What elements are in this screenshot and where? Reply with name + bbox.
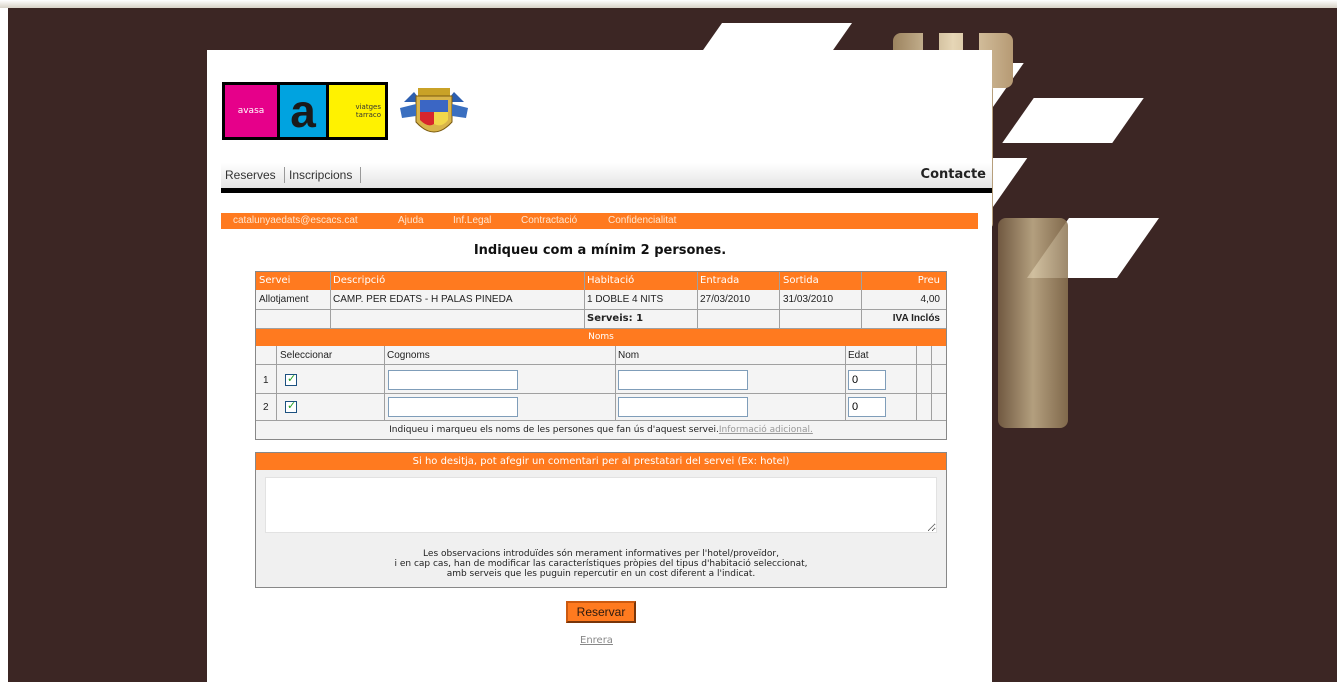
grid-line	[916, 346, 917, 420]
secondary-link-bar: catalunyaedats@escacs.cat Ajuda Inf.Lega…	[221, 213, 978, 229]
col-edat: Edat	[848, 350, 869, 361]
iva-label: IVA Inclós	[892, 313, 940, 324]
grid-line	[256, 364, 946, 365]
logo-viatges: viatges	[355, 103, 381, 111]
nav-reserves-link[interactable]: Reserves	[225, 168, 276, 182]
row-number: 2	[263, 402, 269, 413]
logo-a-letter: a	[280, 85, 326, 137]
serveis-count: Serveis: 1	[587, 313, 644, 324]
chessboard-tile	[1002, 98, 1144, 143]
descripcio-value: CAMP. PER EDATS - H PALAS PINEDA	[333, 294, 513, 305]
col-entrada: Entrada	[700, 275, 740, 286]
cognoms-input[interactable]	[388, 397, 518, 417]
col-preu: Preu	[917, 275, 940, 286]
col-cognoms: Cognoms	[387, 350, 430, 361]
grid-line	[861, 272, 862, 328]
col-servei: Servei	[259, 275, 291, 286]
nav-contacte-link[interactable]: Contacte	[921, 167, 986, 182]
grid-line	[615, 346, 616, 420]
row-number: 1	[263, 375, 269, 386]
note-line: i en cap cas, han de modificar las carac…	[394, 559, 808, 569]
comment-title: Si ho desitja, pot afegir un comentari p…	[412, 456, 790, 467]
nav-inscripcions-link[interactable]: Inscripcions	[289, 168, 352, 182]
edat-input[interactable]: 0	[848, 397, 886, 417]
preu-value: 4,00	[920, 294, 940, 305]
comment-section: Si ho desitja, pot afegir un comentari p…	[255, 452, 947, 588]
grid-line	[256, 309, 946, 310]
col-descripcio: Descripció	[333, 275, 386, 286]
contractacio-link[interactable]: Contractació	[521, 215, 577, 226]
noms-instruction: Indiqueu i marqueu els noms de les perso…	[389, 425, 719, 435]
col-nom: Nom	[618, 350, 640, 361]
cognoms-input[interactable]	[388, 370, 518, 390]
logo-tarraco: tarraco	[355, 111, 381, 119]
enrera-link[interactable]: Enrera	[580, 635, 613, 646]
nom-input[interactable]	[618, 370, 748, 390]
page-heading: Indiqueu com a mínim 2 persones.	[473, 243, 727, 258]
grid-line	[256, 393, 946, 394]
grid-line	[384, 346, 385, 420]
grid-line	[330, 272, 331, 328]
reservar-button[interactable]: Reservar	[566, 601, 636, 623]
logo-viatges-tarraco: viatges tarraco	[329, 85, 385, 137]
more-info-link[interactable]: Informació adicional.	[719, 425, 813, 435]
col-habitacio: Habitació	[587, 275, 635, 286]
booking-header-row: Servei Descripció Habitació Entrada Sort…	[256, 272, 946, 290]
grid-line	[256, 420, 946, 421]
noms-title: Noms	[588, 332, 614, 342]
booking-table: Servei Descripció Habitació Entrada Sort…	[255, 271, 947, 440]
comment-textarea[interactable]	[265, 477, 937, 533]
comment-header: Si ho desitja, pot afegir un comentari p…	[256, 453, 946, 470]
grid-line	[697, 272, 698, 328]
club-crest-icon	[400, 88, 468, 133]
nav-separator	[284, 167, 285, 183]
nom-input[interactable]	[618, 397, 748, 417]
grid-line	[584, 272, 585, 328]
edat-input[interactable]: 0	[848, 370, 886, 390]
col-sortida: Sortida	[783, 275, 819, 286]
sortida-value: 31/03/2010	[783, 294, 834, 305]
top-navigation-bar: Reserves Inscripcions Contacte	[221, 163, 992, 193]
rook-shadow	[998, 218, 1068, 428]
note-line: Les observacions introduïdes són meramen…	[423, 549, 779, 559]
habitacio-value: 1 DOBLE 4 NITS	[587, 294, 664, 305]
nav-separator	[360, 167, 361, 183]
grid-line	[276, 346, 277, 420]
confidencialitat-link[interactable]: Confidencialitat	[608, 215, 676, 226]
window-top-strip	[0, 0, 1337, 8]
select-checkbox[interactable]	[285, 372, 297, 386]
logo-avasa-text: avasa	[225, 85, 277, 137]
grid-line	[931, 346, 932, 420]
grid-line	[845, 346, 846, 420]
entrada-value: 27/03/2010	[700, 294, 751, 305]
ajuda-link[interactable]: Ajuda	[398, 215, 424, 226]
noms-instruction-line: Indiqueu i marqueu els noms de les perso…	[256, 425, 946, 435]
inf-legal-link[interactable]: Inf.Legal	[453, 215, 491, 226]
select-checkbox[interactable]	[285, 399, 297, 413]
note-line: amb serveis que les puguin repercutir en…	[446, 569, 756, 579]
noms-header: Noms	[256, 329, 946, 346]
email-link[interactable]: catalunyaedats@escacs.cat	[233, 215, 358, 226]
servei-value: Allotjament	[259, 294, 309, 305]
grid-line	[779, 272, 780, 328]
avasa-logo[interactable]: avasa a viatges tarraco	[222, 82, 388, 140]
col-seleccionar: Seleccionar	[280, 350, 333, 361]
